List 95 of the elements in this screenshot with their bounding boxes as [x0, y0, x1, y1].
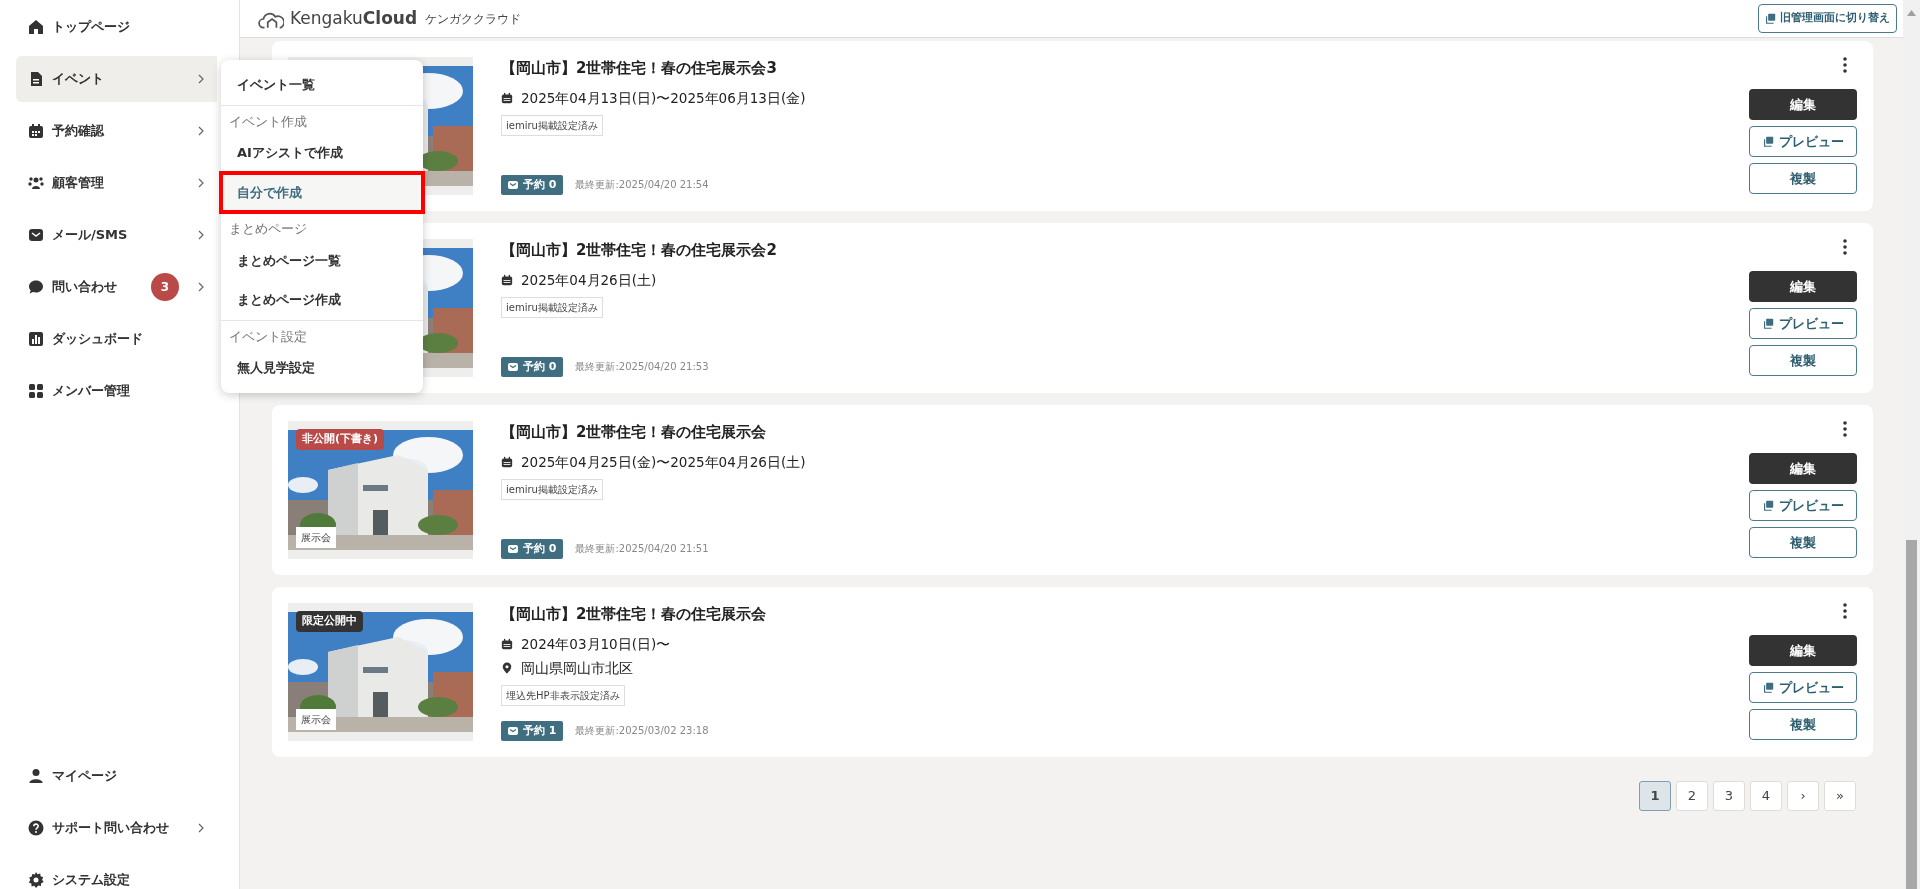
- sidebar-item[interactable]: 予約確認: [16, 108, 217, 154]
- sidebar-item[interactable]: メンバー管理: [16, 368, 217, 414]
- last-updated: 最終更新:2025/04/20 21:51: [575, 542, 709, 557]
- help-icon: [28, 820, 44, 836]
- event-date: 2025年04月13日(日)〜2025年06月13日(金): [521, 88, 806, 108]
- page-link[interactable]: 4: [1750, 781, 1782, 811]
- more-options-icon[interactable]: [1843, 603, 1847, 619]
- event-title[interactable]: 【岡山市】2世帯住宅！春の住宅展示会: [501, 603, 1749, 626]
- sidebar-item[interactable]: トップページ: [16, 4, 217, 50]
- category-label: 展示会: [296, 527, 336, 548]
- copy-icon: [1762, 136, 1774, 147]
- sidebar-item[interactable]: 問い合わせ 3: [16, 264, 217, 310]
- menu-item[interactable]: イベント一覧: [221, 65, 423, 105]
- sidebar-item[interactable]: サポート問い合わせ: [16, 805, 217, 851]
- location-pin-icon: [501, 661, 513, 674]
- event-date: 2025年04月25日(金)〜2025年04月26日(土): [521, 452, 806, 472]
- copy-icon: [1765, 13, 1776, 24]
- last-updated: 最終更新:2025/03/02 23:18: [575, 724, 709, 739]
- logo-text: KengakuCloud: [290, 6, 418, 30]
- more-options-icon[interactable]: [1843, 239, 1847, 255]
- category-label: 展示会: [296, 709, 336, 730]
- edit-button[interactable]: 編集: [1749, 89, 1857, 120]
- status-badge: 非公開(下書き): [296, 429, 385, 450]
- speech-bubble-icon: [28, 279, 44, 295]
- envelope-icon: [508, 543, 518, 554]
- switch-screen-button[interactable]: 旧管理画面に切り替え: [1758, 4, 1897, 33]
- preview-button[interactable]: プレビュー: [1749, 308, 1857, 339]
- setting-tag: 埋込先HP非表示設定済み: [501, 685, 625, 706]
- last-updated: 最終更新:2025/04/20 21:53: [575, 360, 709, 375]
- duplicate-button[interactable]: 複製: [1749, 163, 1857, 194]
- copy-icon: [1762, 682, 1774, 693]
- edit-button[interactable]: 編集: [1749, 453, 1857, 484]
- event-date: 2025年04月26日(土): [521, 270, 657, 290]
- edit-button[interactable]: 編集: [1749, 271, 1857, 302]
- copy-icon: [1762, 500, 1774, 511]
- page-link[interactable]: 3: [1713, 781, 1745, 811]
- calendar-icon: [28, 123, 44, 139]
- last-updated: 最終更新:2025/04/20 21:54: [575, 178, 709, 193]
- sidebar-item[interactable]: システム設定: [16, 857, 217, 889]
- menu-heading: まとめページ: [228, 220, 308, 238]
- page-link[interactable]: »: [1824, 781, 1856, 811]
- home-icon: [28, 19, 44, 35]
- grid-icon: [28, 383, 44, 399]
- event-location: 岡山県岡山市北区: [521, 658, 633, 678]
- setting-tag: iemiru掲載設定済み: [501, 114, 603, 136]
- reservation-count: 予約 0: [501, 538, 564, 559]
- event-title[interactable]: 【岡山市】2世帯住宅！春の住宅展示会3: [501, 57, 1749, 80]
- menu-item[interactable]: AIアシストで作成: [221, 133, 423, 173]
- envelope-icon: [28, 227, 44, 243]
- menu-item[interactable]: まとめページ一覧: [221, 240, 423, 280]
- preview-button[interactable]: プレビュー: [1749, 490, 1857, 521]
- event-date: 2024年03月10日(日)〜: [521, 634, 671, 654]
- menu-item[interactable]: まとめページ作成: [221, 280, 423, 320]
- calendar-icon: [501, 455, 513, 468]
- page-link[interactable]: 1: [1639, 781, 1671, 811]
- more-options-icon[interactable]: [1843, 57, 1847, 73]
- reservation-count: 予約 0: [501, 174, 564, 195]
- sidebar-item[interactable]: ダッシュボード: [16, 316, 217, 362]
- calendar-icon: [501, 273, 513, 286]
- setting-tag: iemiru掲載設定済み: [501, 296, 603, 318]
- sidebar-item[interactable]: メール/SMS: [16, 212, 217, 258]
- envelope-icon: [508, 725, 518, 736]
- event-title[interactable]: 【岡山市】2世帯住宅！春の住宅展示会: [501, 421, 1749, 444]
- calendar-icon: [501, 91, 513, 104]
- menu-item[interactable]: 無人見学設定: [221, 348, 423, 388]
- people-icon: [28, 175, 44, 191]
- sidebar-item[interactable]: マイページ: [16, 753, 217, 799]
- duplicate-button[interactable]: 複製: [1749, 345, 1857, 376]
- page-link[interactable]: ›: [1787, 781, 1819, 811]
- preview-button[interactable]: プレビュー: [1749, 126, 1857, 157]
- edit-button[interactable]: 編集: [1749, 635, 1857, 666]
- copy-icon: [1762, 318, 1774, 329]
- reservation-count: 予約 1: [501, 720, 564, 741]
- notification-badge: 3: [151, 273, 179, 301]
- person-icon: [28, 768, 44, 784]
- envelope-icon: [508, 361, 518, 372]
- status-badge: 限定公開中: [296, 611, 363, 632]
- preview-button[interactable]: プレビュー: [1749, 672, 1857, 703]
- event-title[interactable]: 【岡山市】2世帯住宅！春の住宅展示会2: [501, 239, 1749, 262]
- more-options-icon[interactable]: [1843, 421, 1847, 437]
- page-link[interactable]: 2: [1676, 781, 1708, 811]
- sidebar-item[interactable]: 顧客管理: [16, 160, 217, 206]
- menu-heading: イベント作成: [228, 112, 308, 131]
- duplicate-button[interactable]: 複製: [1749, 527, 1857, 558]
- setting-tag: iemiru掲載設定済み: [501, 478, 603, 500]
- menu-item[interactable]: 自分で作成: [221, 172, 423, 212]
- sidebar-item[interactable]: イベント: [16, 56, 217, 102]
- menu-heading: イベント設定: [228, 327, 308, 346]
- envelope-icon: [508, 179, 518, 190]
- document-icon: [28, 71, 44, 87]
- calendar-icon: [501, 637, 513, 650]
- reservation-count: 予約 0: [501, 356, 564, 377]
- logo-subtitle: ケンガククラウド: [425, 10, 522, 28]
- bar-chart-icon: [28, 331, 44, 347]
- duplicate-button[interactable]: 複製: [1749, 709, 1857, 740]
